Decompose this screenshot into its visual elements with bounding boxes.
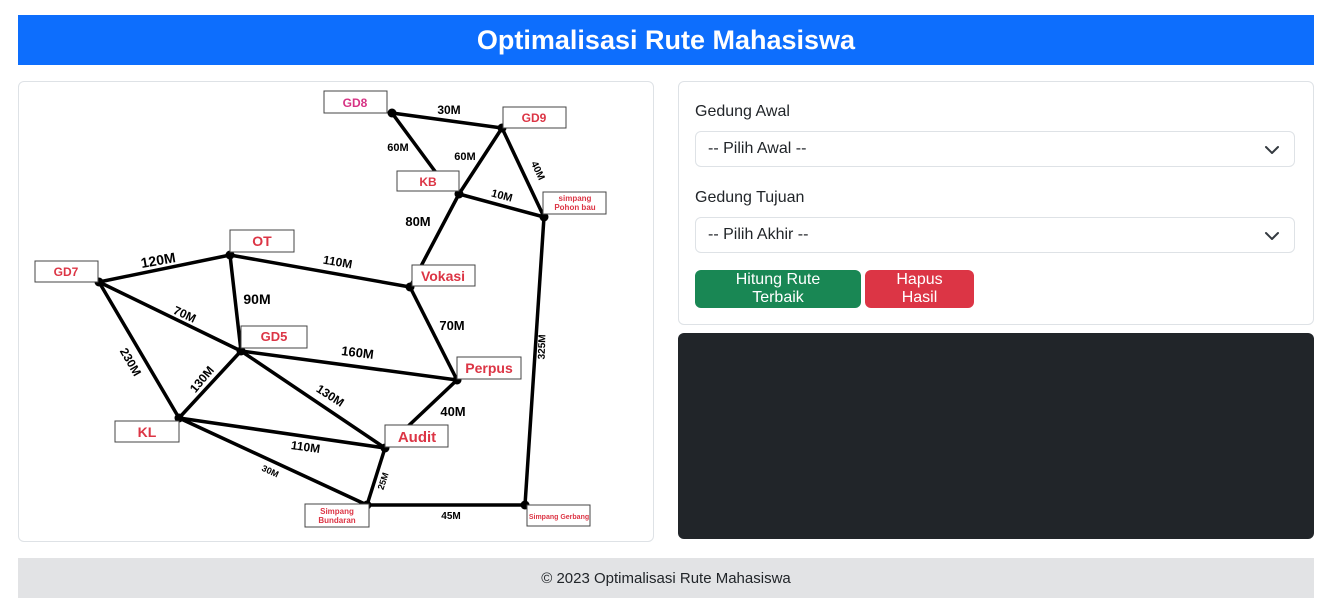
edge-label-kl-audit: 110M bbox=[290, 438, 321, 456]
node-label-vokasi: Vokasi bbox=[421, 268, 465, 284]
node-label-gerbang: Simpang Gerbang bbox=[529, 514, 589, 521]
node-label-audit: Audit bbox=[398, 429, 436, 446]
edge-label-gd5-perpus: 160M bbox=[340, 343, 374, 362]
edge-label-ot-gd5: 90M bbox=[243, 291, 270, 307]
clear-result-button[interactable]: Hapus Hasil bbox=[865, 270, 974, 308]
edge-label-vokasi-perpus: 70M bbox=[439, 318, 464, 333]
node-label-bundaran-2: Bundaran bbox=[318, 516, 355, 525]
node-label-kl: KL bbox=[138, 424, 157, 440]
edge-gd5-audit bbox=[239, 349, 387, 450]
campus-map: GD8 GD9 KB simpang Pohon bau OT GD7 Voka… bbox=[34, 90, 607, 528]
edge-label-kl-bundaran: 30M bbox=[260, 463, 280, 479]
node-label-ot: OT bbox=[252, 233, 272, 249]
edge-label-gd8-gd9: 30M bbox=[437, 103, 460, 117]
edge-label-gd5-audit: 130M bbox=[314, 382, 347, 410]
node-label-pohon-1: simpang bbox=[559, 194, 592, 203]
start-building-label: Gedung Awal bbox=[695, 103, 790, 120]
edge-vokasi-perpus bbox=[408, 285, 459, 382]
node-label-gd9: GD9 bbox=[522, 111, 547, 125]
page-header: Optimalisasi Rute Mahasiswa bbox=[18, 15, 1314, 65]
start-building-value: -- Pilih Awal -- bbox=[708, 140, 807, 157]
edge-label-gd8-kb: 60M bbox=[387, 142, 408, 154]
node-dot-gd8 bbox=[387, 108, 397, 118]
end-building-select[interactable]: -- Pilih Akhir -- bbox=[695, 217, 1295, 253]
campus-map-card: GD8 GD9 KB simpang Pohon bau OT GD7 Voka… bbox=[18, 81, 654, 542]
node-label-kb: KB bbox=[419, 175, 437, 189]
edge-ot-vokasi bbox=[228, 253, 412, 289]
chevron-down-icon bbox=[1265, 232, 1279, 240]
page-footer: © 2023 Optimalisasi Rute Mahasiswa bbox=[18, 558, 1314, 598]
edge-label-ot-vokasi: 110M bbox=[322, 253, 353, 272]
result-panel bbox=[678, 333, 1314, 539]
page-title: Optimalisasi Rute Mahasiswa bbox=[476, 24, 856, 55]
edge-label-gd9-pohon: 40M bbox=[528, 160, 546, 182]
node-label-bundaran-1: Simpang bbox=[320, 507, 354, 516]
chevron-down-icon bbox=[1265, 146, 1279, 154]
route-form-card: Gedung Awal -- Pilih Awal -- Gedung Tuju… bbox=[678, 81, 1314, 325]
node-label-gd8: GD8 bbox=[343, 96, 368, 110]
node-label-gd5: GD5 bbox=[261, 329, 288, 344]
node-label-perpus: Perpus bbox=[465, 360, 513, 376]
calculate-route-button[interactable]: Hitung Rute Terbaik bbox=[695, 270, 861, 308]
edge-label-bundaran-gerbang: 45M bbox=[441, 511, 460, 522]
edge-label-pohon-gerbang: 325M bbox=[537, 334, 549, 359]
edge-label-kb-vokasi: 80M bbox=[405, 214, 430, 229]
node-label-pohon-2: Pohon bau bbox=[554, 203, 595, 212]
footer-text: © 2023 Optimalisasi Rute Mahasiswa bbox=[541, 569, 791, 587]
edge-label-gd9-kb: 60M bbox=[454, 151, 475, 163]
start-building-select[interactable]: -- Pilih Awal -- bbox=[695, 131, 1295, 167]
edge-label-perpus-audit: 40M bbox=[440, 404, 465, 419]
end-building-value: -- Pilih Akhir -- bbox=[708, 226, 809, 243]
edge-pohon-gerbang bbox=[523, 215, 546, 507]
end-building-label: Gedung Tujuan bbox=[695, 189, 805, 206]
node-label-gd7: GD7 bbox=[54, 265, 79, 279]
edge-ot-gd5 bbox=[228, 253, 243, 353]
